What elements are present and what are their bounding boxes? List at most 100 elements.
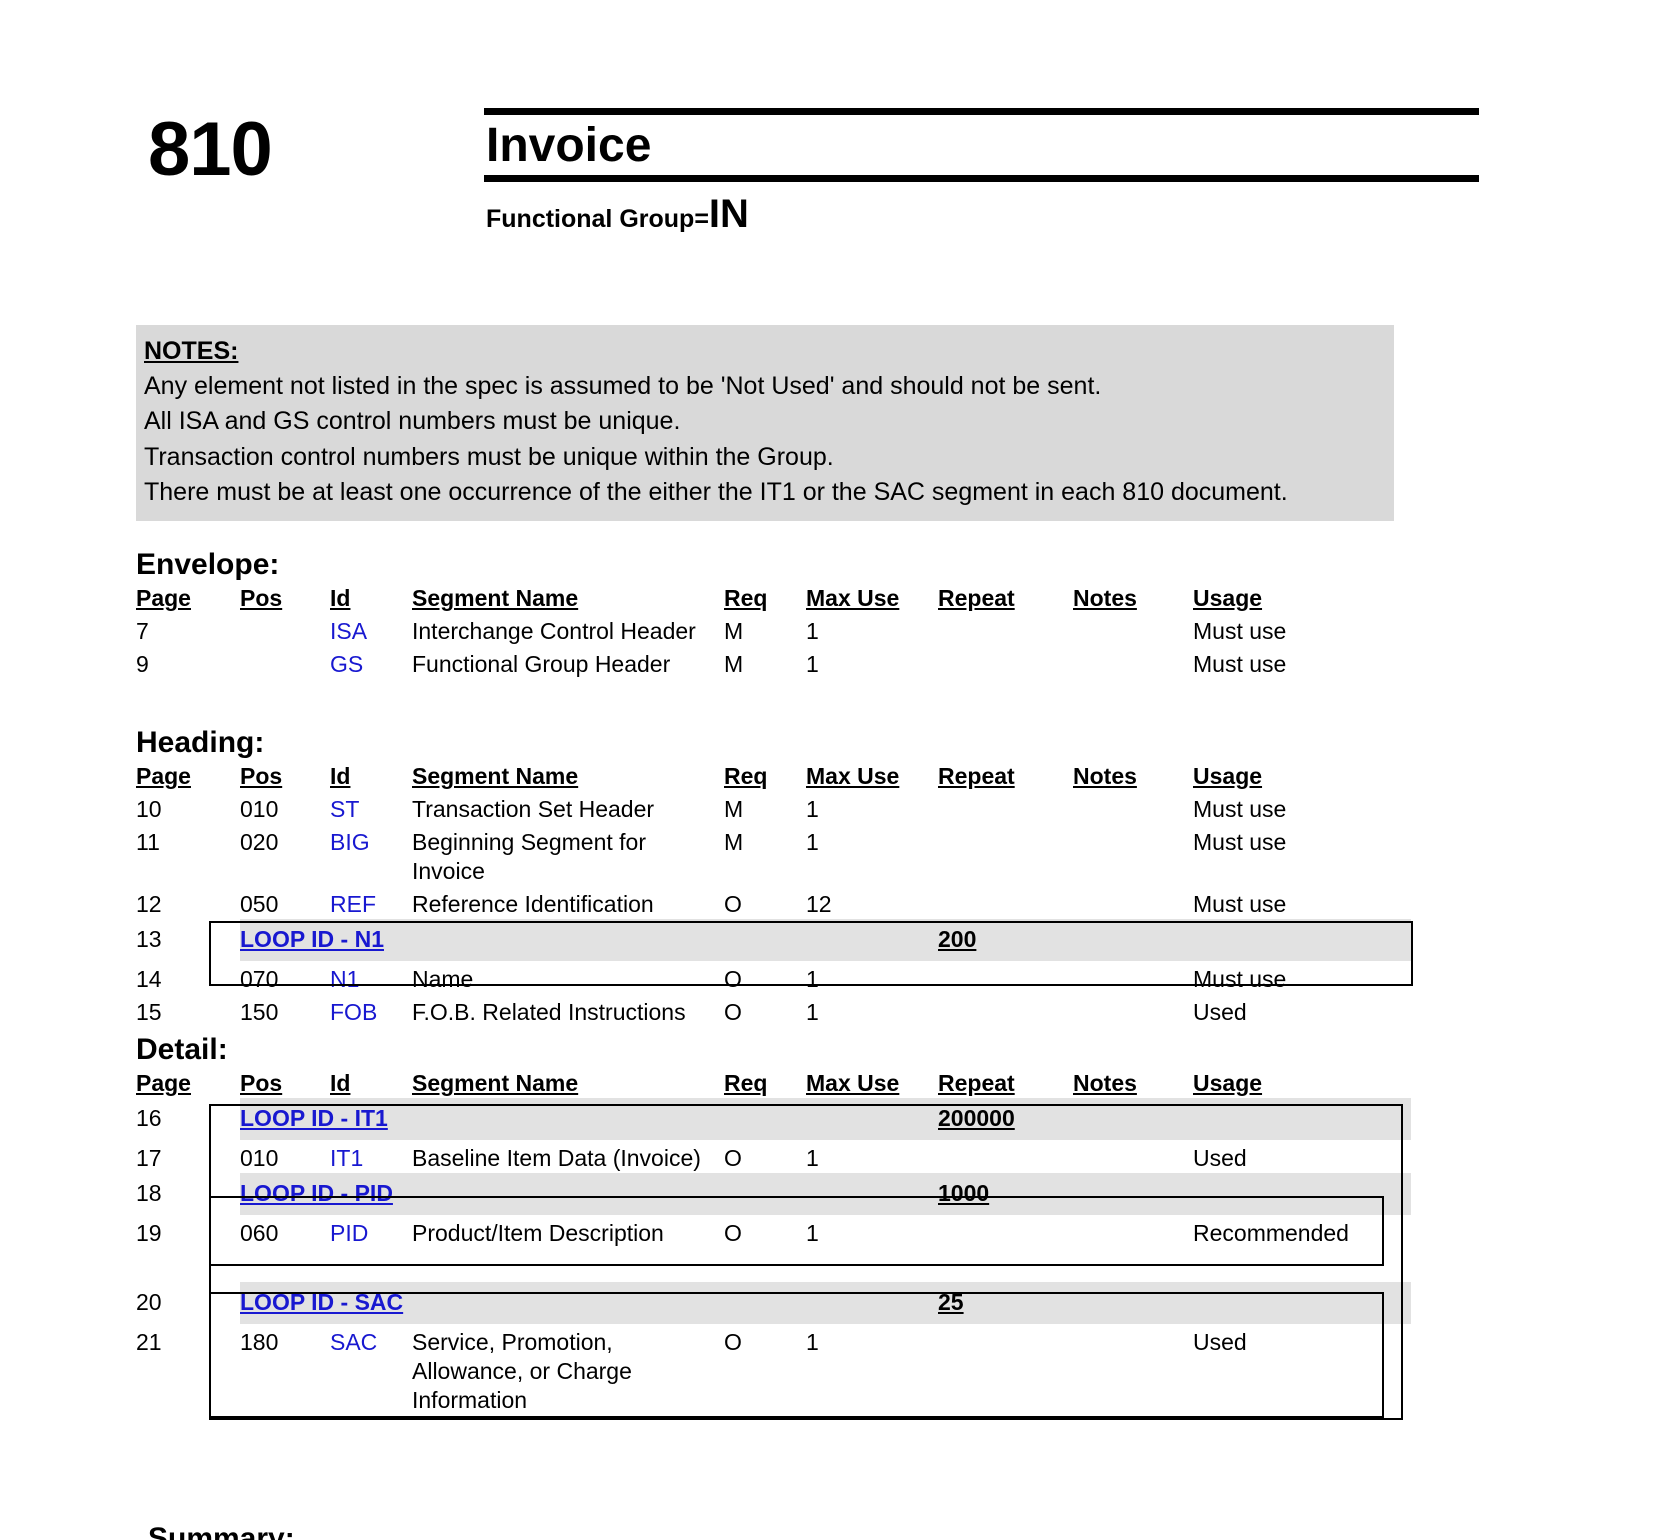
cell-repeat (938, 791, 1073, 824)
cell-repeat: 1000 (938, 1172, 1073, 1215)
cell-page: 17 (136, 1144, 162, 1171)
column-header-label: Segment Name (412, 585, 579, 611)
cell-repeat (938, 1324, 1073, 1415)
cell-loop-label[interactable]: LOOP ID - N1 (240, 918, 938, 961)
column-header-id: Id (330, 762, 412, 791)
next-section-partial-glyph: Summary: (148, 1524, 1448, 1540)
cell-req: M (724, 650, 744, 677)
notes-line: There must be at least one occurrence of… (144, 478, 1288, 507)
cell-pos: 050 (240, 890, 279, 917)
column-header-label: Usage (1193, 763, 1263, 789)
cell-id[interactable]: N1 (330, 961, 412, 994)
cell-usage: Recommended (1193, 1219, 1349, 1246)
cell-notes (1073, 1215, 1193, 1248)
column-header-label: Notes (1073, 585, 1137, 611)
cell-repeat (938, 886, 1073, 919)
column-header-usage: Usage (1193, 762, 1411, 791)
cell-id[interactable]: ISA (330, 613, 412, 646)
column-header-notes: Notes (1073, 762, 1193, 791)
column-header-usage: Usage (1193, 1069, 1411, 1098)
column-header-req: Req (724, 584, 806, 613)
cell-segment-name: Interchange Control Header (412, 617, 696, 644)
cell-max-use: 1 (806, 1144, 819, 1171)
loop-repeat-value: 1000 (938, 1179, 990, 1206)
column-header-label: Pos (240, 1070, 283, 1096)
cell-loop-label[interactable]: LOOP ID - SAC (240, 1281, 938, 1324)
cell-max-use: 12 (806, 890, 832, 917)
cell-segment-name: Name (412, 965, 474, 992)
column-header-label: Id (330, 763, 351, 789)
table-row: 11 020 BIG Beginning Segment for Invoice M 1 M… (136, 824, 1411, 886)
loop-row: 13 LOOP ID - N1 200 (136, 918, 1411, 961)
loop-box-vertical-rule (209, 921, 211, 986)
loop-repeat-value: 200000 (938, 1104, 1015, 1131)
cell-req: O (724, 1219, 742, 1246)
column-header-page: Page (136, 1069, 240, 1098)
functional-group-value: IN (708, 191, 749, 236)
cell-page: 13 (136, 925, 162, 952)
cell-pos: 060 (240, 1219, 279, 1246)
column-header-notes: Notes (1073, 584, 1193, 613)
cell-segment-name: Transaction Set Header (412, 795, 655, 822)
cell-pos (240, 613, 330, 646)
loop-box-vertical-rule (209, 1104, 211, 1420)
cell-id[interactable]: REF (330, 886, 412, 919)
cell-segment-name: Product/Item Description (412, 1219, 664, 1246)
column-header-max-use: Max Use (806, 584, 938, 613)
loop-box-horizontal-rule (209, 921, 1413, 923)
loop-box-horizontal-rule (209, 1104, 1403, 1106)
cell-page: 21 (136, 1328, 162, 1355)
column-header-max-use: Max Use (806, 762, 938, 791)
column-header-page: Page (136, 584, 240, 613)
cell-id[interactable]: GS (330, 646, 412, 679)
cell-max-use: 1 (806, 1328, 819, 1355)
cell-id[interactable]: ST (330, 791, 412, 824)
cell-usage: Must use (1193, 890, 1287, 917)
cell-page: 20 (136, 1288, 162, 1315)
cell-usage: Must use (1193, 617, 1287, 644)
loop-id-link[interactable]: LOOP ID - PID (240, 1180, 393, 1206)
table-header-row: Page Pos Id Segment Name Req Max Use Repeat Not… (136, 1069, 1411, 1098)
cell-id[interactable]: SAC (330, 1324, 412, 1415)
cell-notes (1073, 961, 1193, 994)
column-header-id: Id (330, 1069, 412, 1098)
cell-req: M (724, 828, 744, 855)
loop-id-link[interactable]: LOOP ID - N1 (240, 926, 384, 952)
cell-segment-name: Baseline Item Data (Invoice) (412, 1144, 701, 1171)
cell-page: 10 (136, 795, 162, 822)
column-header-page: Page (136, 762, 240, 791)
cell-pos: 070 (240, 965, 279, 992)
cell-req: M (724, 795, 744, 822)
cell-id[interactable]: FOB (330, 994, 412, 1027)
column-header-max-use: Max Use (806, 1069, 938, 1098)
cell-pos: 180 (240, 1328, 279, 1355)
column-header-label: Req (724, 1070, 768, 1096)
loop-row: 20 LOOP ID - SAC 25 (136, 1281, 1411, 1324)
cell-max-use: 1 (806, 1219, 819, 1246)
loop-id-link[interactable]: LOOP ID - IT1 (240, 1105, 388, 1131)
cell-usage: Must use (1193, 965, 1287, 992)
column-header-label: Max Use (806, 763, 900, 789)
column-header-label: Segment Name (412, 1070, 579, 1096)
column-header-usage: Usage (1193, 584, 1411, 613)
cell-id[interactable]: IT1 (330, 1140, 412, 1173)
cell-usage: Used (1193, 1144, 1247, 1171)
column-header-label: Pos (240, 585, 283, 611)
table-row: 9 GS Functional Group Header M 1 Must use (136, 646, 1411, 679)
cell-id[interactable]: PID (330, 1215, 412, 1248)
column-header-req: Req (724, 1069, 806, 1098)
cell-loop-label[interactable]: LOOP ID - PID (240, 1172, 938, 1215)
cell-segment-name: Service, Promotion, Allowance, or Charge… (412, 1328, 632, 1413)
cell-notes (1073, 1140, 1193, 1173)
cell-id[interactable]: BIG (330, 824, 412, 886)
column-header-label: Id (330, 1070, 351, 1096)
spec-section: Detail: Page Pos Id Segment Name Req Max Use Re… (136, 1033, 1436, 1415)
cell-page: 11 (136, 828, 160, 855)
column-header-repeat: Repeat (938, 1069, 1073, 1098)
cell-max-use: 1 (806, 998, 819, 1025)
cell-repeat: 25 (938, 1281, 1073, 1324)
cell-repeat (938, 1215, 1073, 1248)
column-header-repeat: Repeat (938, 762, 1073, 791)
cell-pos: 010 (240, 1144, 279, 1171)
cell-max-use: 1 (806, 828, 819, 855)
